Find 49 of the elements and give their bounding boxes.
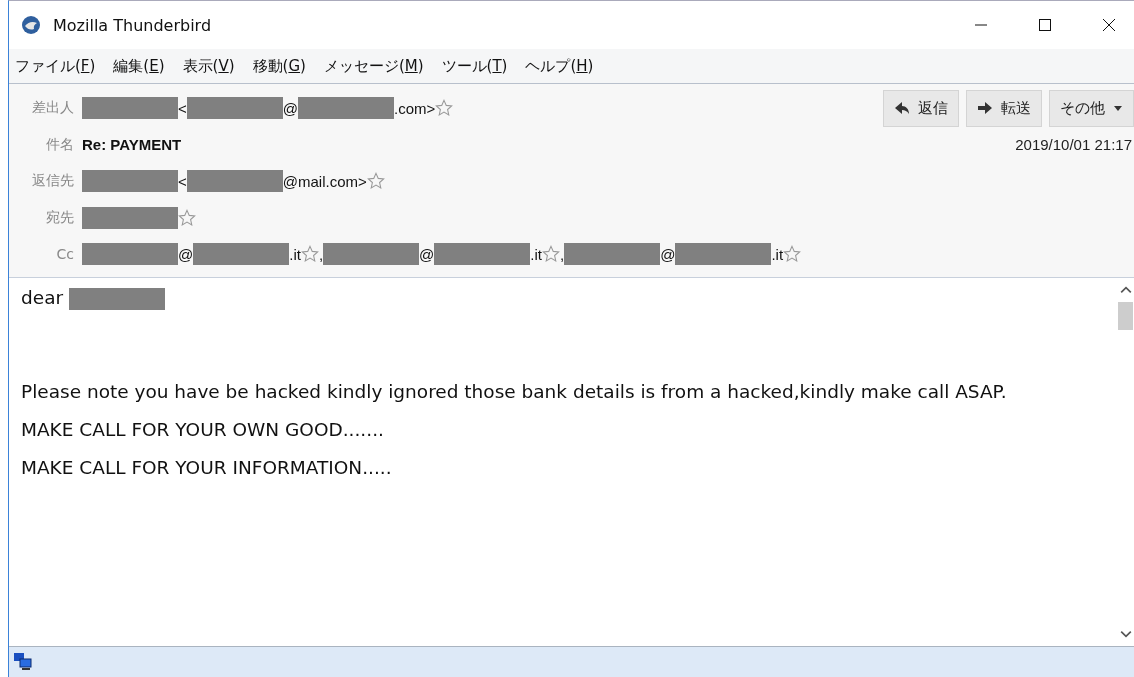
address-text: < [178,172,187,190]
address-text: @ [282,99,298,117]
menu-item[interactable]: ヘルプ(H) [525,56,594,76]
address-text: , [318,245,324,263]
address-text: @ [178,245,194,263]
star-icon[interactable] [178,208,196,227]
close-icon[interactable] [1102,18,1116,32]
menu-item[interactable]: 表示(V) [182,56,235,76]
message-text: MAKE CALL FOR YOUR INFORMATION..... [21,456,392,478]
action-button[interactable]: 転送 [966,89,1042,127]
star-icon[interactable] [435,99,454,118]
star-icon[interactable] [542,245,560,264]
header-label: 返信先 [31,172,74,191]
message-text: MAKE CALL FOR YOUR OWN GOOD....... [21,418,384,440]
reply-arrow-icon [894,100,910,117]
address-text: < [178,99,187,117]
menu-item[interactable]: 移動(G) [252,56,306,76]
scroll-thumb[interactable] [1118,301,1133,330]
menu-item[interactable]: ツール(T) [441,56,508,76]
address-text: @ [419,245,435,263]
address-text: .com> [394,99,436,117]
menu-item[interactable]: 編集(E) [113,56,165,76]
star-icon[interactable] [300,245,319,264]
address-text: , [560,245,565,263]
address-text: .it [289,245,301,263]
header-label: 件名 [45,135,74,154]
address-text: @mail.com> [282,172,367,190]
message-text: Please note you have be hacked kindly ignored those bank details is from a hacked,kindly make call ASAP. [21,380,1007,402]
menu-item[interactable]: メッセージ(M) [323,56,424,76]
header-label: 差出人 [31,99,74,118]
scroll-down-icon[interactable] [1119,628,1132,640]
address-text: @ [660,245,676,263]
maximize-icon[interactable] [1038,18,1052,32]
address-text: .it [530,245,542,263]
star-icon[interactable] [366,172,385,191]
star-icon[interactable] [783,245,802,264]
menu-item[interactable]: ファイル(F) [15,56,96,76]
header-label: Cc [55,246,74,263]
subject-text: Re: PAYMENT [82,136,182,154]
network-computers-icon[interactable] [13,652,33,672]
app-logo-icon [21,15,41,35]
window-title: Mozilla Thunderbird [53,15,212,35]
forward-arrow-icon [977,100,993,117]
action-button[interactable]: その他 [1049,89,1134,127]
action-button[interactable]: 返信 [883,89,959,127]
header-label: 宛先 [45,208,74,227]
date-text: 2019/10/01 21:17 [1015,136,1133,154]
address-text: .it [771,245,784,263]
message-text: dear [21,286,65,308]
